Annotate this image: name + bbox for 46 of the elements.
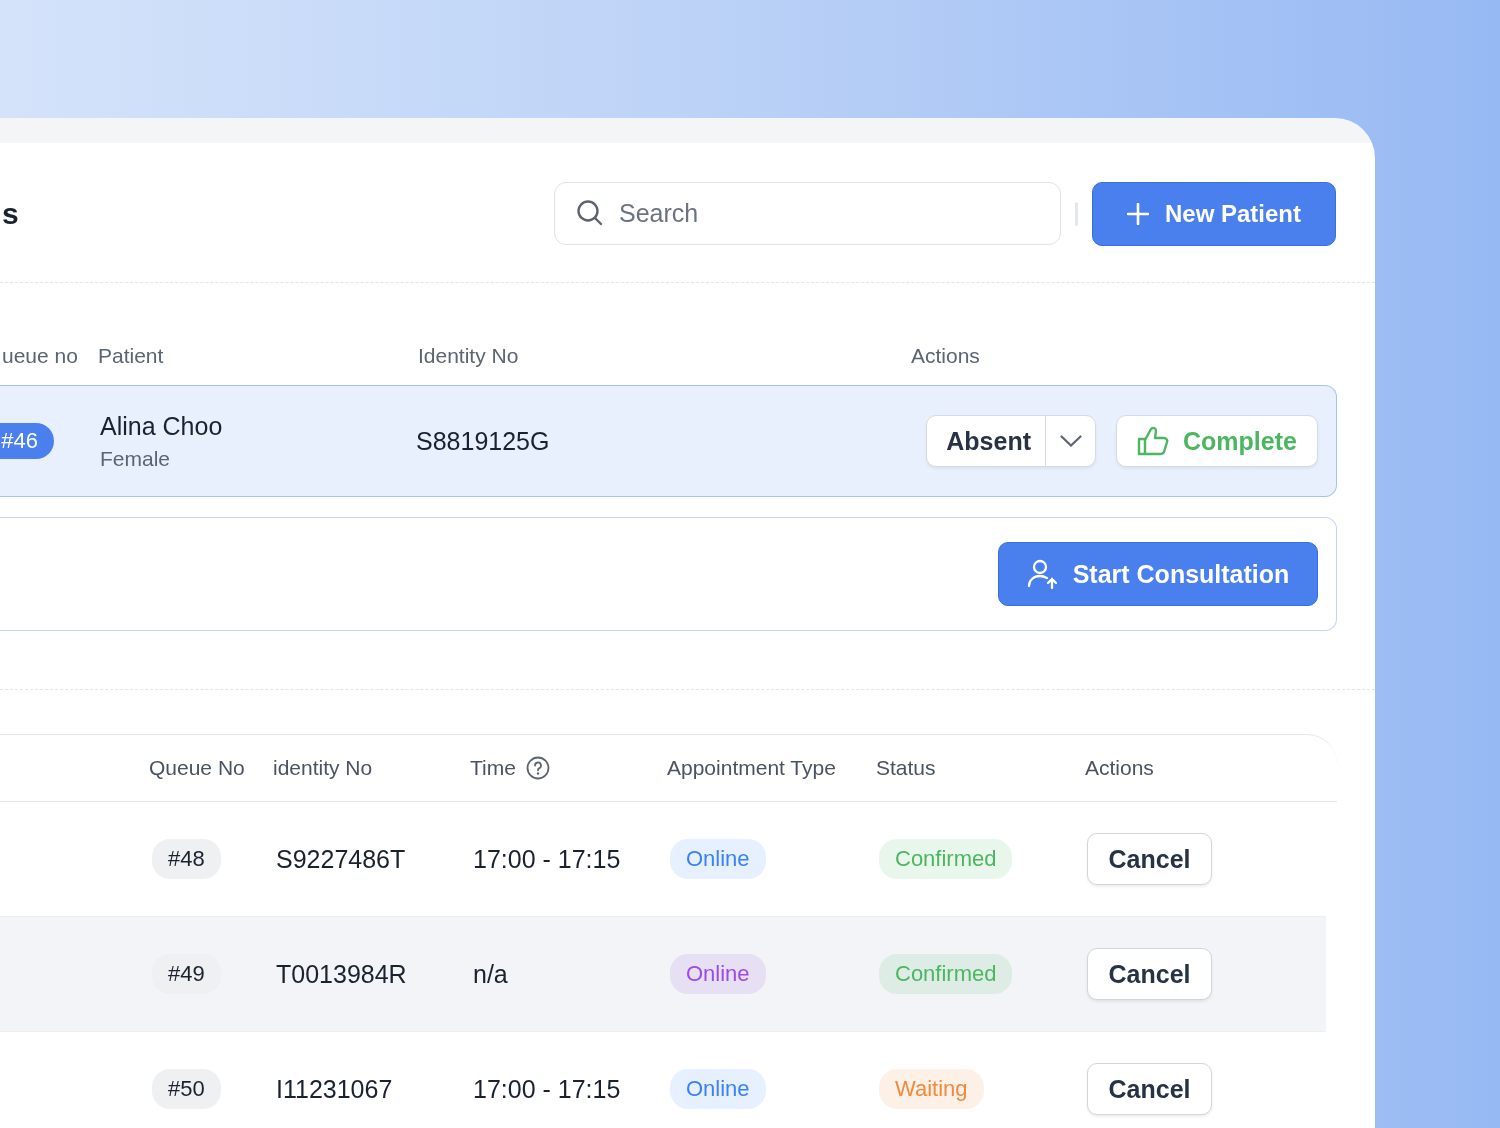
column-header: Time — [470, 756, 516, 780]
queue-number: #48 — [152, 839, 221, 879]
table-row[interactable]: #48 S9227486T 17:00 - 17:15 Online Confirmed Cancel — [0, 802, 1326, 917]
column-header: ueue no — [2, 344, 79, 368]
cancel-button[interactable]: Cancel — [1087, 833, 1212, 885]
page-title: s — [2, 196, 20, 231]
column-header: identity No — [273, 756, 373, 780]
table-row[interactable]: #50 I11231067 17:00 - 17:15 Online Waiting Cancel — [0, 1032, 1326, 1128]
status-tag: Waiting — [879, 1069, 984, 1109]
identity-number: S9227486T — [276, 844, 406, 874]
column-header: Identity No — [418, 344, 520, 368]
column-header: Queue No — [149, 756, 245, 780]
identity-number: S8819125G — [416, 426, 551, 456]
help-icon[interactable] — [525, 756, 550, 780]
patient-gender: Female — [100, 446, 172, 471]
user-arrow-icon — [1026, 558, 1059, 590]
column-header: Patient — [98, 344, 165, 368]
search-field[interactable]: Search — [554, 182, 1061, 245]
plus-icon — [1127, 202, 1149, 225]
column-header: Actions — [1085, 756, 1154, 780]
status-tag: Confirmed — [879, 954, 1013, 994]
appointment-type-tag: Online — [670, 954, 766, 994]
column-header: Status — [876, 756, 936, 780]
thumbs-up-icon — [1137, 426, 1170, 456]
status-tag: Confirmed — [879, 839, 1013, 879]
patient-name: Alina Choo — [100, 411, 224, 441]
new-patient-button[interactable]: New Patient — [1092, 181, 1336, 246]
time-slot: 17:00 - 17:15 — [473, 844, 621, 874]
queue-number: #49 — [152, 954, 221, 994]
time-slot: n/a — [473, 959, 508, 989]
column-header: Appointment Type — [667, 756, 836, 780]
cancel-button[interactable]: Cancel — [1087, 1063, 1212, 1115]
queue-number: #46 — [0, 423, 54, 459]
cancel-button[interactable]: Cancel — [1087, 948, 1212, 1000]
column-header: Actions — [911, 344, 980, 368]
identity-number: I11231067 — [276, 1074, 393, 1104]
table-row[interactable]: #49 T0013984R n/a Online Confirmed Cancel — [0, 917, 1326, 1032]
appointment-type-tag: Online — [670, 839, 766, 879]
caret-icon — [1059, 435, 1082, 447]
absent-button[interactable]: Absent — [927, 416, 1046, 466]
queue-number: #50 — [152, 1069, 221, 1109]
appointment-type-tag: Online — [670, 1069, 766, 1109]
identity-number: T0013984R — [276, 959, 407, 989]
time-slot: 17:00 - 17:15 — [473, 1074, 621, 1104]
start-consultation-button[interactable]: Start Consultation — [998, 542, 1318, 606]
absent-split-button[interactable]: Absent — [926, 415, 1096, 467]
